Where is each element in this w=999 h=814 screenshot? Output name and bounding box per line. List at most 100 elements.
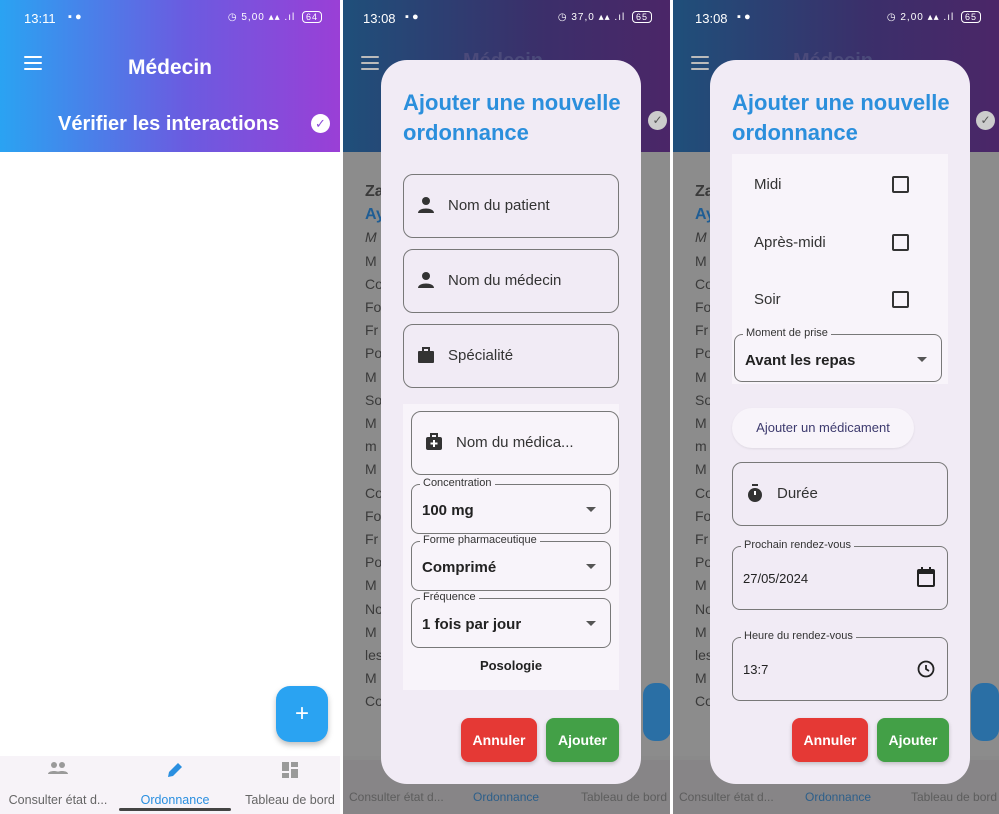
intake-section: Midi Après-midi Soir Moment de prise Ava… xyxy=(732,154,948,384)
dropdown-label: Concentration xyxy=(420,477,495,489)
nav-label: Consulter état d... xyxy=(349,790,444,804)
person-icon xyxy=(418,272,434,288)
page-title: Médecin xyxy=(127,56,213,79)
battery-icon: 64 xyxy=(301,11,322,23)
briefcase-icon xyxy=(418,347,434,363)
field-placeholder: Nom du patient xyxy=(448,197,550,214)
medication-name-field[interactable]: Nom du médica... xyxy=(411,411,619,475)
bottom-nav: Consulter état d... Ordonnance Tableau d… xyxy=(0,756,340,814)
notification-icon: ▪ ● xyxy=(68,11,82,23)
dialog-title: Ajouter une nouvelle ordonnance xyxy=(403,90,621,145)
notification-icon: ▪ ● xyxy=(737,11,751,23)
medication-section: Nom du médica... Concentration 100 mg Fo… xyxy=(403,404,619,690)
dropdown-label: Moment de prise xyxy=(743,327,831,339)
frequency-dropdown[interactable]: Fréquence 1 fois par jour xyxy=(411,591,611,648)
person-icon xyxy=(418,197,434,213)
screen-add-prescription-1: 13:08 ▪ ● ◷ 37,0 ▴▴ .ıl 65 Médecin ✓ ZaA… xyxy=(343,0,670,814)
check-circle-icon: ✓ xyxy=(976,111,995,130)
field-label: Prochain rendez-vous xyxy=(741,539,855,551)
dropdown-label: Forme pharmaceutique xyxy=(420,534,540,546)
calendar-icon[interactable] xyxy=(917,567,935,587)
checkbox-label-soir: Soir xyxy=(754,291,781,308)
caret-down-icon xyxy=(586,621,596,626)
field-label: Heure du rendez-vous xyxy=(741,630,856,642)
nav-label: Tableau de bord xyxy=(245,793,335,807)
status-time: 13:08 xyxy=(695,11,728,26)
cancel-button[interactable]: Annuler xyxy=(792,718,868,762)
field-value: 13:7 xyxy=(743,662,769,677)
add-prescription-dialog: Ajouter une nouvelle ordonnance Nom du p… xyxy=(381,60,641,784)
field-placeholder: Nom du médica... xyxy=(456,434,574,451)
doctor-name-field[interactable]: Nom du médecin xyxy=(403,249,619,313)
status-bar: 13:08 ▪ ● ◷ 2,00 ▴▴ .ıl 65 xyxy=(673,0,999,36)
field-placeholder: Durée xyxy=(777,485,818,502)
add-fab-dimmed xyxy=(643,683,670,741)
nav-label: Tableau de bord xyxy=(581,790,668,804)
stopwatch-icon xyxy=(748,484,762,502)
next-appointment-field[interactable]: Prochain rendez-vous 27/05/2024 xyxy=(732,539,948,610)
status-time: 13:08 xyxy=(363,11,396,26)
nav-label: Consulter état d... xyxy=(8,793,108,807)
menu-icon[interactable] xyxy=(361,56,379,74)
notification-icon: ▪ ● xyxy=(405,11,419,23)
nav-tableau[interactable]: Tableau de bord xyxy=(240,756,340,814)
net-speed: 2,00 xyxy=(900,12,924,23)
cancel-button[interactable]: Annuler xyxy=(461,718,537,762)
specialty-field[interactable]: Spécialité xyxy=(403,324,619,388)
battery-icon: 65 xyxy=(960,11,981,23)
status-bar: 13:11 ▪ ● ◷ 5,00 ▴▴ .ıl 64 xyxy=(0,0,340,36)
concentration-dropdown[interactable]: Concentration 100 mg xyxy=(411,477,611,534)
appointment-time-field[interactable]: Heure du rendez-vous 13:7 xyxy=(732,630,948,701)
add-button[interactable]: Ajouter xyxy=(877,718,949,762)
add-button[interactable]: Ajouter xyxy=(546,718,619,762)
system-icons: ◷ 5,00 ▴▴ .ıl 64 xyxy=(228,11,322,23)
nav-label: Ordonnance xyxy=(473,790,540,804)
net-speed: 37,0 xyxy=(571,12,595,23)
add-prescription-dialog: Ajouter une nouvelle ordonnance Midi Apr… xyxy=(710,60,970,784)
posology-label: Posologie xyxy=(479,658,543,673)
status-time: 13:11 xyxy=(24,11,56,26)
nav-label: Ordonnance xyxy=(805,790,872,804)
gesture-bar xyxy=(119,808,231,811)
patient-name-field[interactable]: Nom du patient xyxy=(403,174,619,238)
add-medication-button[interactable]: Ajouter un médicament xyxy=(732,408,914,448)
dropdown-value: Avant les repas xyxy=(745,352,856,369)
people-icon xyxy=(8,761,108,780)
net-speed: 5,00 xyxy=(241,12,265,23)
checkbox-label-midi: Midi xyxy=(754,176,782,193)
nav-label: Consulter état d... xyxy=(679,790,774,804)
verify-interactions-button[interactable]: Vérifier les interactions xyxy=(58,113,279,136)
nav-consulter[interactable]: Consulter état d... xyxy=(8,756,108,814)
dosage-form-dropdown[interactable]: Forme pharmaceutique Comprimé xyxy=(411,534,611,591)
system-icons: ◷ 37,0 ▴▴ .ıl 65 xyxy=(558,11,652,23)
dropdown-value: 1 fois par jour xyxy=(422,616,522,633)
edit-icon xyxy=(122,761,228,784)
nav-ordonnance[interactable]: Ordonnance xyxy=(122,756,228,814)
screen-add-prescription-2: 13:08 ▪ ● ◷ 2,00 ▴▴ .ıl 65 Médecin ✓ ZaA… xyxy=(673,0,999,814)
add-fab-dimmed xyxy=(971,683,999,741)
field-placeholder: Spécialité xyxy=(448,347,514,364)
dialog-title: Ajouter une nouvelle ordonnance xyxy=(732,90,950,145)
dashboard-icon xyxy=(240,761,340,784)
dropdown-value: 100 mg xyxy=(422,502,474,519)
dropdown-value: Comprimé xyxy=(422,559,497,576)
checkbox-midi[interactable] xyxy=(892,176,909,193)
nav-label: Tableau de bord xyxy=(911,790,998,804)
caret-down-icon xyxy=(586,564,596,569)
check-circle-icon[interactable]: ✓ xyxy=(311,114,330,133)
checkbox-soir[interactable] xyxy=(892,291,909,308)
system-icons: ◷ 2,00 ▴▴ .ıl 65 xyxy=(887,11,981,23)
add-fab[interactable]: + xyxy=(276,686,328,742)
field-placeholder: Nom du médecin xyxy=(448,272,562,289)
checkbox-apres-midi[interactable] xyxy=(892,234,909,251)
check-circle-icon: ✓ xyxy=(648,111,667,130)
caret-down-icon xyxy=(917,357,927,362)
intake-moment-dropdown[interactable]: Moment de prise Avant les repas xyxy=(734,327,942,382)
clock-icon[interactable] xyxy=(917,660,935,678)
menu-icon[interactable] xyxy=(691,56,709,74)
status-bar: 13:08 ▪ ● ◷ 37,0 ▴▴ .ıl 65 xyxy=(343,0,670,36)
medical-bag-icon xyxy=(426,433,442,450)
duration-field[interactable]: Durée xyxy=(732,462,948,526)
nav-label: Ordonnance xyxy=(140,793,210,807)
screen-main: 13:11 ▪ ● ◷ 5,00 ▴▴ .ıl 64 Médecin Vérif… xyxy=(0,0,340,814)
